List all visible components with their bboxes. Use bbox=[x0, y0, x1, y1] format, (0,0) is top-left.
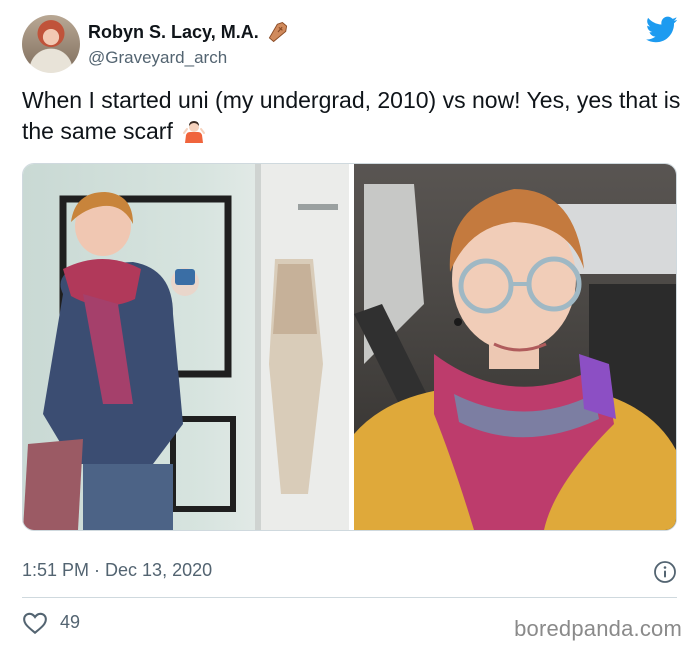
tweet-text: When I started uni (my undergrad, 2010) … bbox=[22, 85, 682, 147]
author-name[interactable]: Robyn S. Lacy, M.A. bbox=[88, 22, 259, 43]
photo-right-illustration bbox=[354, 184, 676, 530]
tweet-media[interactable] bbox=[22, 163, 677, 531]
coffin-icon bbox=[268, 21, 287, 43]
author-avatar[interactable] bbox=[22, 15, 80, 73]
watermark: boredpanda.com bbox=[514, 616, 682, 641]
author-handle[interactable]: @Graveyard_arch bbox=[88, 48, 227, 68]
photo-right-now[interactable] bbox=[354, 164, 676, 530]
photo-left-illustration bbox=[23, 164, 349, 530]
twitter-bird-icon[interactable] bbox=[646, 16, 678, 44]
person-shrugging-icon bbox=[183, 121, 206, 143]
tweet-body: When I started uni (my undergrad, 2010) … bbox=[22, 87, 681, 144]
info-icon[interactable] bbox=[653, 560, 677, 584]
tweet-timestamp[interactable]: 1:51 PM · Dec 13, 2020 bbox=[22, 560, 212, 581]
divider bbox=[22, 597, 677, 598]
like-count[interactable]: 49 bbox=[60, 612, 80, 633]
author-name-row: Robyn S. Lacy, M.A. bbox=[88, 21, 289, 43]
photo-left-2010[interactable] bbox=[23, 164, 349, 530]
heart-icon[interactable] bbox=[22, 611, 48, 635]
